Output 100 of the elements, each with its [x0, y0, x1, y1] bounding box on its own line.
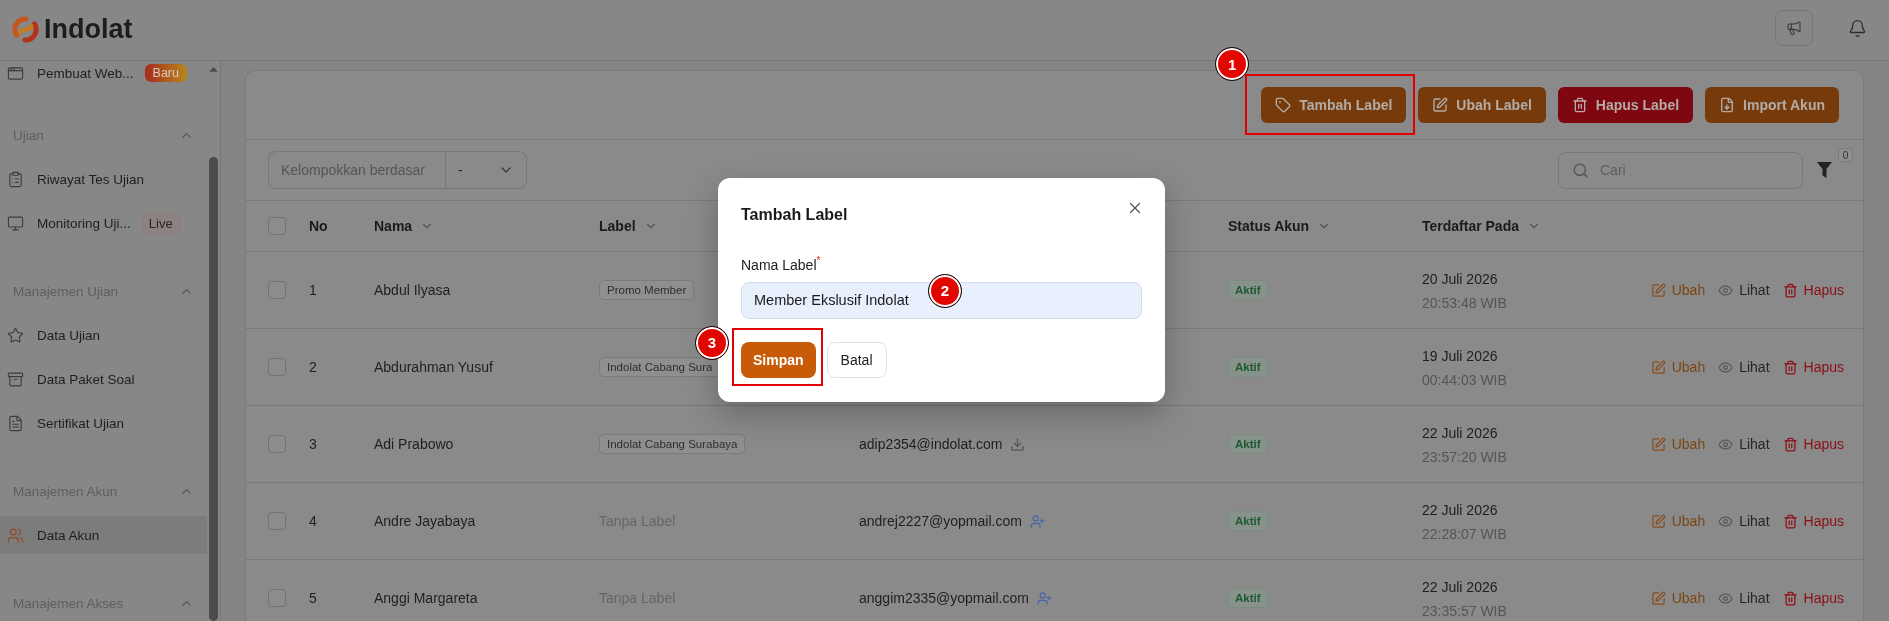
- email-address: anggim2335@yopmail.com: [859, 590, 1029, 606]
- download-icon[interactable]: [1010, 436, 1026, 452]
- view-link[interactable]: Lihat: [1718, 359, 1770, 375]
- add-label-button[interactable]: Tambah Label: [1261, 87, 1407, 123]
- checkbox[interactable]: [268, 589, 286, 607]
- sidebar-item[interactable]: Data Paket Soal: [0, 360, 207, 398]
- checkbox[interactable]: [268, 358, 286, 376]
- users-icon: [7, 526, 24, 544]
- edit-link[interactable]: Ubah: [1650, 359, 1706, 375]
- status-tag: Aktif: [1228, 357, 1268, 377]
- row-number: 4: [309, 513, 317, 529]
- bell-icon[interactable]: [1848, 18, 1867, 38]
- edit-icon: [1650, 590, 1666, 606]
- email-address: andrej2227@yopmail.com: [859, 513, 1022, 529]
- new-badge: Baru: [144, 64, 187, 82]
- column-header: No: [309, 218, 328, 234]
- view-link[interactable]: Lihat: [1718, 436, 1770, 452]
- account-name: Adi Prabowo: [374, 436, 454, 452]
- registration-date: 22 Juli 2026: [1422, 424, 1498, 443]
- delete-link[interactable]: Hapus: [1782, 590, 1844, 606]
- delete-label-button[interactable]: Hapus Label: [1557, 87, 1694, 123]
- sidebar-item[interactable]: Riwayat Tes Ujian: [0, 160, 207, 198]
- edit-link[interactable]: Ubah: [1650, 590, 1706, 606]
- count-badge: 0: [1838, 148, 1853, 162]
- group-by-dropdown[interactable]: -: [445, 151, 527, 189]
- eye-icon: [1718, 436, 1734, 452]
- import-button[interactable]: Import Akun: [1705, 87, 1839, 123]
- scroll-up-icon[interactable]: [209, 67, 218, 72]
- checkbox[interactable]: [268, 512, 286, 530]
- email-address: adip2354@indolat.com: [859, 436, 1003, 452]
- column-header[interactable]: Nama: [374, 218, 413, 234]
- sidebar-item[interactable]: Data Ujian: [0, 316, 207, 354]
- row-number: 3: [309, 436, 317, 452]
- account-name: Abdurahman Yusuf: [374, 359, 493, 375]
- column-header[interactable]: Label: [599, 218, 636, 234]
- delete-link[interactable]: Hapus: [1782, 282, 1844, 298]
- scrollbar-thumb[interactable]: [209, 156, 218, 621]
- trash-icon: [1782, 436, 1798, 452]
- trash-icon: [1782, 590, 1798, 606]
- registration-date: 22 Juli 2026: [1422, 501, 1498, 520]
- eye-icon: [1718, 282, 1734, 298]
- row-number: 5: [309, 590, 317, 606]
- live-badge: Live: [141, 211, 180, 235]
- document-icon: [7, 414, 24, 432]
- step-marker: 2: [928, 273, 962, 308]
- checkbox[interactable]: [268, 217, 286, 235]
- user-plus-icon[interactable]: [1029, 513, 1045, 529]
- delete-link[interactable]: Hapus: [1782, 359, 1844, 375]
- eye-icon: [1718, 590, 1734, 606]
- cancel-button[interactable]: Batal: [826, 341, 887, 378]
- edit-link[interactable]: Ubah: [1650, 513, 1706, 529]
- delete-link[interactable]: Hapus: [1782, 436, 1844, 452]
- sidebar-item[interactable]: Data Akun: [0, 516, 207, 554]
- checkbox[interactable]: [268, 281, 286, 299]
- pencil-icon: [1432, 97, 1449, 113]
- search-icon: [1572, 161, 1589, 179]
- view-link[interactable]: Lihat: [1718, 513, 1770, 529]
- status-tag: Aktif: [1228, 280, 1268, 300]
- star-icon: [7, 326, 24, 344]
- delete-link[interactable]: Hapus: [1782, 513, 1844, 529]
- logo-icon: [12, 15, 39, 43]
- file-download-icon: [1719, 97, 1736, 113]
- field-label: Nama Label$^{*}$: [741, 254, 822, 273]
- sidebar-item[interactable]: Pembuat Web... Baru: [0, 61, 207, 85]
- eye-icon: [1718, 513, 1734, 529]
- row-number: 2: [309, 359, 317, 375]
- edit-icon: [1650, 359, 1666, 375]
- clipboard-icon: [7, 170, 24, 188]
- status-tag: Aktif: [1228, 511, 1268, 531]
- status-tag: Aktif: [1228, 434, 1268, 454]
- edit-label-button[interactable]: Ubah Label: [1418, 87, 1546, 123]
- view-link[interactable]: Lihat: [1718, 590, 1770, 606]
- column-header[interactable]: Status Akun: [1228, 218, 1310, 234]
- edit-link[interactable]: Ubah: [1650, 436, 1706, 452]
- label-tag: Indolat Cabang Surabaya: [599, 434, 746, 454]
- account-name: Andre Jayabaya: [374, 513, 476, 529]
- monitor-icon: [7, 214, 24, 232]
- account-name: Anggi Margareta: [374, 590, 478, 606]
- sidebar-item[interactable]: Sertifikat Ujian: [0, 404, 207, 442]
- label-tag: Promo Member: [599, 280, 695, 300]
- edit-icon: [1650, 513, 1666, 529]
- row-number: 1: [309, 282, 317, 298]
- announcement-button[interactable]: [1775, 10, 1813, 46]
- edit-icon: [1650, 282, 1666, 298]
- status-tag: Aktif: [1228, 588, 1268, 608]
- user-plus-icon[interactable]: [1036, 590, 1052, 606]
- trash-icon: [1571, 97, 1588, 113]
- eye-icon: [1718, 359, 1734, 375]
- dialog-title: Tambah Label: [741, 206, 848, 224]
- window-icon: [7, 64, 24, 82]
- trash-icon: [1782, 359, 1798, 375]
- sidebar-item[interactable]: Monitoring Uji... Live: [0, 204, 207, 242]
- save-button[interactable]: Simpan: [741, 341, 816, 378]
- registration-date: 20 Juli 2026: [1422, 270, 1498, 289]
- checkbox[interactable]: [268, 435, 286, 453]
- edit-link[interactable]: Ubah: [1650, 282, 1706, 298]
- filter-icon[interactable]: [1817, 162, 1832, 178]
- column-header[interactable]: Terdaftar Pada: [1422, 218, 1519, 234]
- archive-icon: [7, 370, 24, 388]
- view-link[interactable]: Lihat: [1718, 282, 1770, 298]
